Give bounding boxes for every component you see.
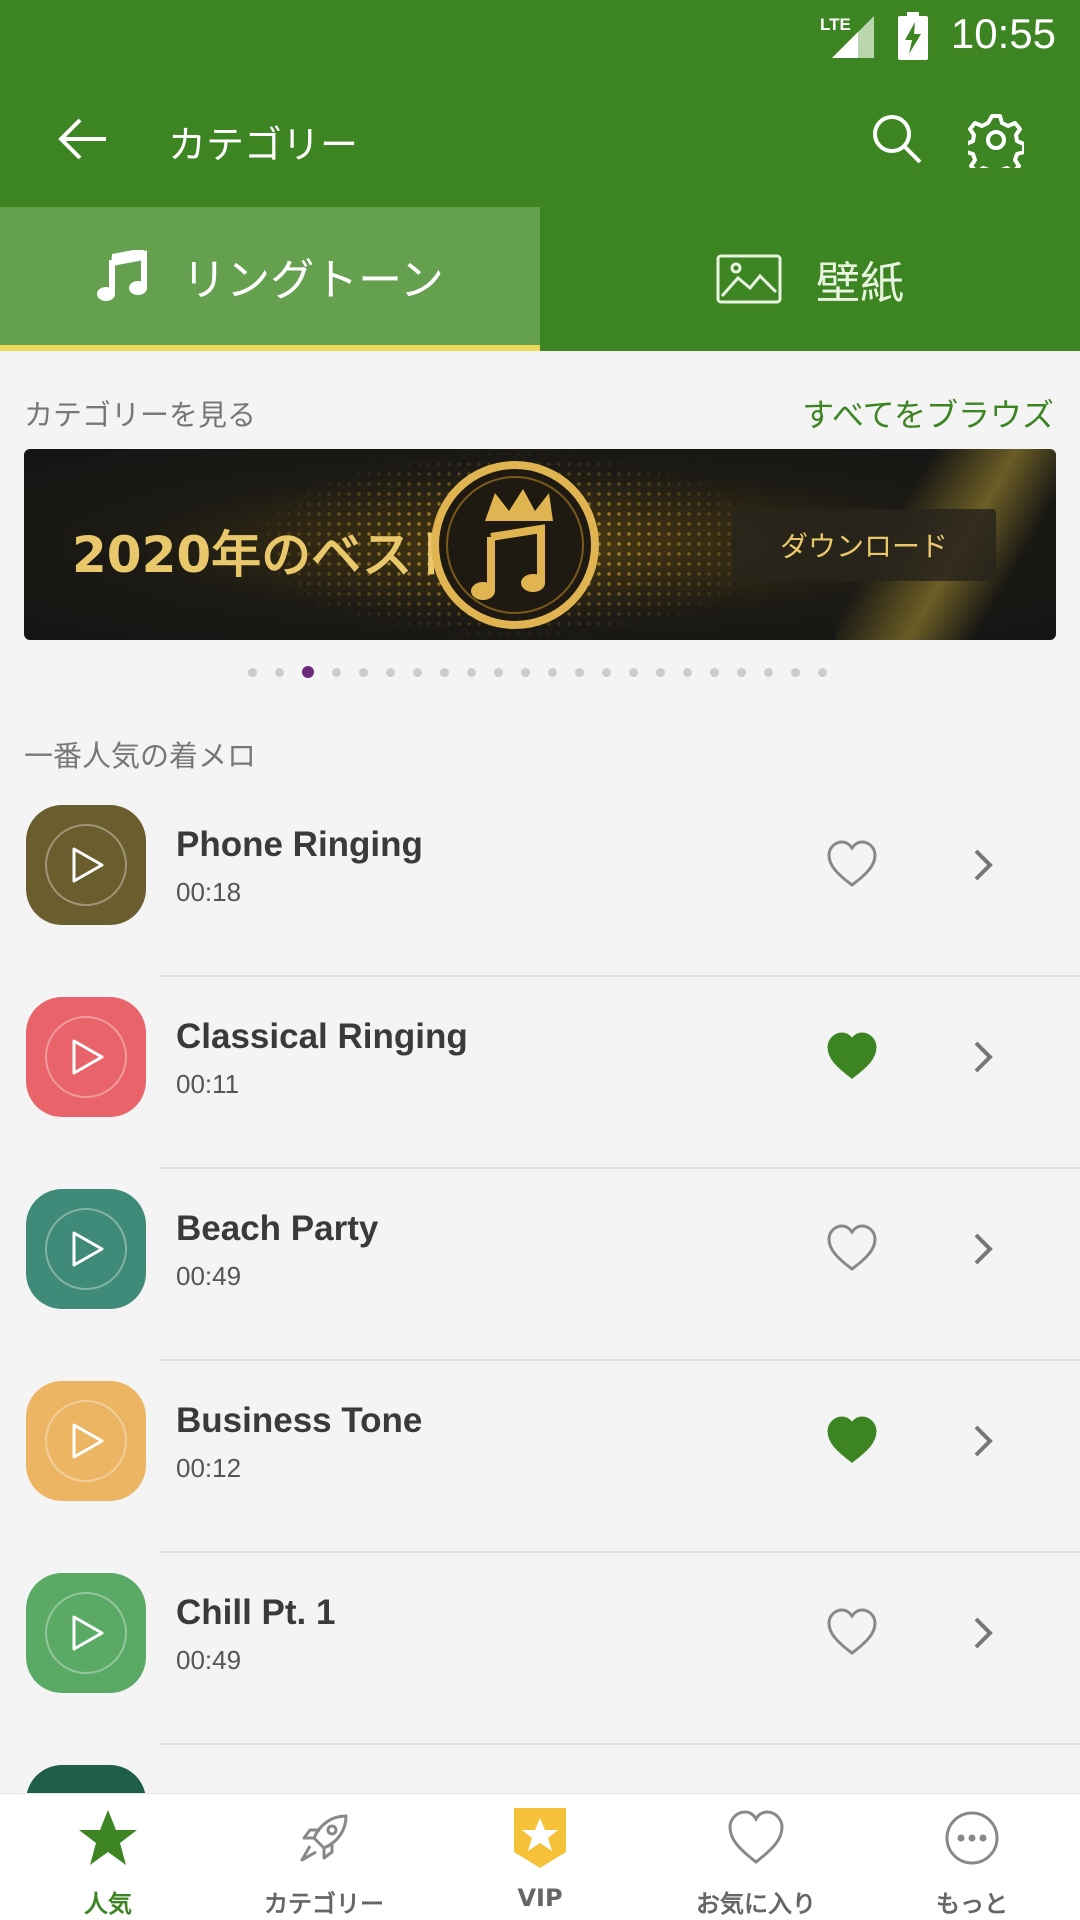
chevron-right-icon[interactable] — [970, 1231, 996, 1267]
pager-dot[interactable] — [467, 668, 476, 677]
favorite-heart-icon[interactable] — [826, 839, 878, 889]
image-icon — [716, 254, 782, 304]
pager-dot[interactable] — [710, 668, 719, 677]
favorite-heart-icon[interactable] — [826, 1031, 878, 1081]
play-button[interactable] — [26, 805, 146, 925]
pager-dot[interactable] — [440, 668, 449, 677]
nav-more[interactable]: もっと — [864, 1794, 1080, 1920]
more-icon — [945, 1811, 999, 1865]
pager-dot[interactable] — [602, 668, 611, 677]
list-item[interactable]: Business Tone 00:12 — [0, 1361, 1080, 1553]
play-icon — [45, 1592, 127, 1674]
popular-section-header: 一番人気の着メロ — [24, 739, 257, 773]
ringtone-duration: 00:18 — [176, 877, 242, 907]
tab-wallpapers-label: 壁紙 — [816, 258, 904, 309]
pager-dot[interactable] — [737, 668, 746, 677]
pager-dot[interactable] — [494, 668, 503, 677]
pager-dot[interactable] — [332, 668, 341, 677]
app-bar: カテゴリー — [0, 72, 1080, 207]
pager-dot[interactable] — [683, 668, 692, 677]
list-item[interactable]: Beach Party 00:49 — [0, 1169, 1080, 1361]
list-item[interactable]: Classical Ringing 00:11 — [0, 977, 1080, 1169]
search-icon[interactable] — [870, 112, 924, 166]
play-button[interactable] — [26, 1381, 146, 1501]
ringtone-duration: 00:11 — [176, 1069, 240, 1099]
play-icon — [45, 824, 127, 906]
ringtone-name: Classical Ringing — [176, 1017, 468, 1056]
nav-popular-label: 人気 — [84, 1890, 132, 1918]
favorite-heart-icon[interactable] — [826, 1607, 878, 1657]
pager-dot[interactable] — [359, 668, 368, 677]
play-icon — [45, 1400, 127, 1482]
ringtone-name: Beach Party — [176, 1209, 379, 1248]
promo-banner[interactable]: 2020年のベスト ダウンロード — [24, 449, 1056, 640]
pager-dot[interactable] — [302, 666, 314, 678]
ringtone-duration: 00:49 — [176, 1261, 242, 1291]
pager-dot[interactable] — [629, 668, 638, 677]
nav-vip-label: VIP — [517, 1884, 563, 1912]
list-item[interactable]: Chill Pt. 1 00:49 — [0, 1553, 1080, 1745]
status-bar: LTE 10:55 — [0, 0, 1080, 72]
pager-dot[interactable] — [413, 668, 422, 677]
vip-badge-icon — [514, 1808, 566, 1868]
ringtone-list: Phone Ringing 00:18 Classical Ringing 00… — [0, 785, 1080, 1920]
ringtone-duration: 00:12 — [176, 1453, 242, 1483]
star-icon — [79, 1810, 137, 1865]
ringtone-name: Phone Ringing — [176, 825, 423, 864]
ringtone-name: Business Tone — [176, 1401, 423, 1440]
chevron-right-icon[interactable] — [970, 847, 996, 883]
tab-ringtones[interactable]: リングトーン — [0, 207, 540, 351]
play-button[interactable] — [26, 1573, 146, 1693]
chevron-right-icon[interactable] — [970, 1423, 996, 1459]
play-button[interactable] — [26, 1189, 146, 1309]
list-item[interactable]: Phone Ringing 00:18 — [0, 785, 1080, 977]
pager-dot[interactable] — [656, 668, 665, 677]
pager-dot[interactable] — [575, 668, 584, 677]
play-icon — [45, 1208, 127, 1290]
favorite-heart-icon[interactable] — [826, 1415, 878, 1465]
bottom-nav: 人気 カテゴリー VIP お気に入り もっと — [0, 1793, 1080, 1920]
banner-download-button[interactable]: ダウンロード — [732, 509, 996, 581]
banner-headline: 2020年のベスト — [72, 526, 463, 584]
browse-all-link[interactable]: すべてをブラウズ — [802, 390, 1054, 436]
crown-music-medal-icon — [431, 461, 599, 629]
svg-text:LTE: LTE — [820, 15, 851, 34]
nav-categories[interactable]: カテゴリー — [216, 1794, 432, 1920]
pager-dot[interactable] — [248, 668, 257, 677]
pager-dot[interactable] — [791, 668, 800, 677]
gear-icon[interactable] — [968, 112, 1024, 168]
pager-dot[interactable] — [764, 668, 773, 677]
lte-signal-icon: LTE — [820, 15, 874, 58]
pager-dot[interactable] — [275, 668, 284, 677]
tab-wallpapers[interactable]: 壁紙 — [540, 207, 1080, 351]
nav-favorites[interactable]: お気に入り — [648, 1794, 864, 1920]
banner-pager — [248, 666, 845, 680]
clock: 10:55 — [950, 10, 1056, 57]
heart-icon — [728, 1810, 784, 1864]
pager-dot[interactable] — [521, 668, 530, 677]
categories-section-header: カテゴリーを見る — [24, 398, 257, 432]
ringtone-duration: 00:49 — [176, 1645, 242, 1675]
back-arrow-icon[interactable] — [56, 112, 110, 166]
page-title: カテゴリー — [168, 123, 359, 167]
music-note-icon — [97, 250, 148, 301]
nav-favorites-label: お気に入り — [696, 1890, 816, 1918]
play-icon — [45, 1016, 127, 1098]
chevron-right-icon[interactable] — [970, 1615, 996, 1651]
battery-charging-icon — [898, 12, 928, 60]
pager-dot[interactable] — [386, 668, 395, 677]
pager-dot[interactable] — [818, 668, 827, 677]
nav-vip[interactable]: VIP — [432, 1794, 648, 1920]
favorite-heart-icon[interactable] — [826, 1223, 878, 1273]
tab-ringtones-label: リングトーン — [182, 255, 444, 306]
nav-categories-label: カテゴリー — [264, 1890, 384, 1918]
play-button[interactable] — [26, 997, 146, 1117]
tab-bar: リングトーン 壁紙 — [0, 207, 1080, 351]
pager-dot[interactable] — [548, 668, 557, 677]
nav-popular[interactable]: 人気 — [0, 1794, 216, 1920]
chevron-right-icon[interactable] — [970, 1039, 996, 1075]
ringtone-name: Chill Pt. 1 — [176, 1593, 336, 1632]
nav-more-label: もっと — [936, 1890, 1008, 1918]
rocket-icon — [300, 1814, 348, 1862]
